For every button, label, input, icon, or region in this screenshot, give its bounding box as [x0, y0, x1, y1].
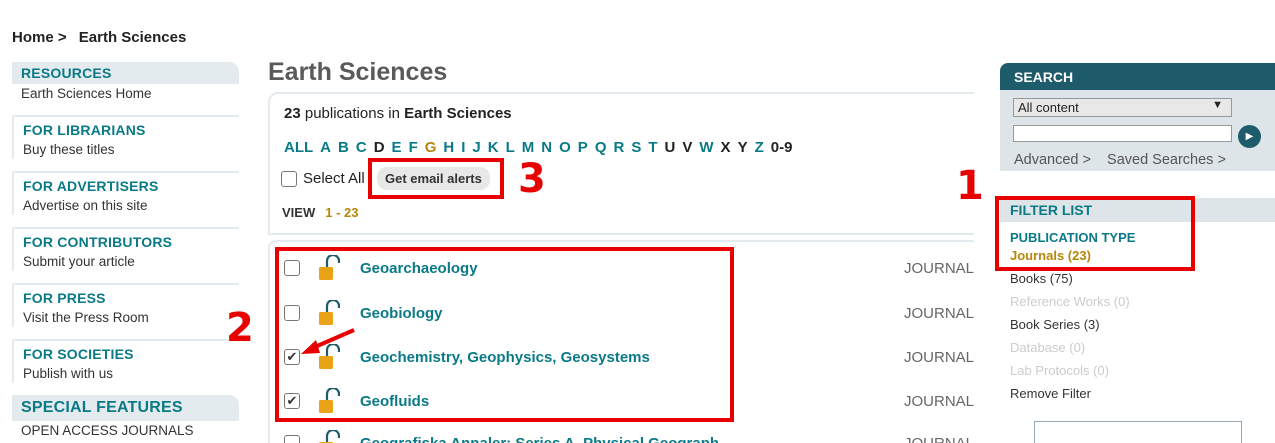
sidebar-heading: SPECIAL FEATURES — [12, 395, 239, 421]
arrow-right-icon: ▶ — [1245, 131, 1254, 142]
alpha-letter-c[interactable]: C — [356, 139, 367, 156]
breadcrumb-current: Earth Sciences — [78, 29, 187, 46]
search-scope-select[interactable]: All content ▼ — [1013, 98, 1232, 117]
alpha-letter-j[interactable]: J — [472, 139, 480, 156]
sidebar-link[interactable]: Visit the Press Room — [14, 308, 239, 325]
filter-item[interactable]: Remove Filter — [1000, 383, 1275, 406]
filter-item[interactable]: Books (75) — [1000, 268, 1275, 291]
alpha-letter-h[interactable]: H — [443, 139, 454, 156]
sidebar-heading[interactable]: FOR ADVERTISERS — [14, 171, 239, 196]
alpha-letter-d[interactable]: D — [374, 139, 385, 156]
filter-item: Reference Works (0) — [1010, 294, 1130, 309]
left-sidebar: RESOURCES Earth Sciences Home FOR LIBRAR… — [12, 62, 239, 443]
sidebar-link[interactable]: Buy these titles — [14, 140, 239, 157]
sidebar-advertisers: FOR ADVERTISERS Advertise on this site — [12, 171, 239, 215]
alpha-letter-k[interactable]: K — [488, 139, 499, 156]
sidebar-societies: FOR SOCIETIES Publish with us — [12, 339, 239, 383]
alpha-letter-v[interactable]: V — [682, 139, 692, 156]
alpha-letter-q[interactable]: Q — [595, 139, 607, 156]
alpha-letter-i[interactable]: I — [461, 139, 465, 156]
alpha-letter-w[interactable]: W — [699, 139, 713, 156]
alpha-letter-n[interactable]: N — [541, 139, 552, 156]
dropdown-arrow-icon: ▼ — [1212, 99, 1223, 111]
promo-image[interactable] — [1034, 421, 1242, 443]
saved-searches-link[interactable]: Saved Searches > — [1107, 152, 1226, 168]
annotation-box-3 — [368, 158, 504, 199]
publication-type: JOURNAL — [903, 348, 974, 366]
search-go-button[interactable]: ▶ — [1238, 125, 1261, 148]
alpha-letter-all[interactable]: ALL — [284, 139, 313, 156]
sidebar-link[interactable]: Earth Sciences Home — [12, 84, 239, 101]
alpha-letter-s[interactable]: S — [631, 139, 641, 156]
sidebar-contributors: FOR CONTRIBUTORS Submit your article — [12, 227, 239, 271]
select-all-label: Select All — [303, 170, 365, 187]
sidebar-heading[interactable]: FOR LIBRARIANS — [14, 115, 239, 140]
sidebar-heading[interactable]: FOR CONTRIBUTORS — [14, 227, 239, 252]
alpha-letter-x[interactable]: X — [721, 139, 731, 156]
alpha-letter-l[interactable]: L — [506, 139, 515, 156]
sidebar-link[interactable]: Advertise on this site — [14, 196, 239, 213]
filter-item: Lab Protocols (0) — [1010, 363, 1109, 378]
alpha-letter-r[interactable]: R — [613, 139, 624, 156]
count-text: publications in — [300, 105, 405, 122]
sidebar-heading[interactable]: FOR PRESS — [14, 283, 239, 308]
annotation-number-2: 2 — [226, 305, 254, 351]
alpha-letter-e[interactable]: E — [392, 139, 402, 156]
alpha-letter-z[interactable]: Z — [755, 139, 764, 156]
alpha-letter-u[interactable]: U — [665, 139, 676, 156]
annotation-number-3: 3 — [518, 156, 546, 202]
search-heading: SEARCH — [1000, 63, 1275, 90]
search-input[interactable] — [1013, 125, 1232, 142]
publication-type: JOURNAL — [903, 304, 974, 322]
alphabet-filter: ALL A B C D E F G H I J K L M N O P Q R S T U V W X Y Z 0-9 — [284, 139, 799, 156]
advanced-search-link[interactable]: Advanced > — [1014, 152, 1091, 168]
publication-type: JOURNAL — [903, 434, 974, 443]
publication-count: 23 publications in Earth Sciences — [284, 105, 512, 122]
alpha-letter-p[interactable]: P — [578, 139, 588, 156]
open-access-lock-icon — [318, 428, 341, 443]
annotation-box-1 — [995, 196, 1195, 271]
breadcrumb: Home > Earth Sciences — [12, 29, 186, 46]
sidebar-heading[interactable]: FOR SOCIETIES — [14, 339, 239, 364]
count-subject: Earth Sciences — [404, 105, 512, 122]
annotation-number-1: 1 — [956, 163, 984, 209]
alpha-letter-0-9[interactable]: 0-9 — [771, 139, 793, 156]
publication-type: JOURNAL — [903, 392, 974, 410]
filter-item: Database (0) — [1010, 340, 1086, 355]
search-scope-value: All content — [1018, 100, 1079, 115]
sidebar-link[interactable]: Publish with us — [14, 364, 239, 381]
view-range: VIEW 1 - 23 — [282, 205, 358, 220]
filter-item[interactable]: Book Series (3) — [1000, 314, 1275, 337]
sidebar-link[interactable]: Submit your article — [14, 252, 239, 269]
row-checkbox[interactable] — [284, 435, 300, 443]
breadcrumb-home-link[interactable]: Home > — [12, 29, 67, 46]
alpha-letter-f[interactable]: F — [409, 139, 418, 156]
sidebar-librarians: FOR LIBRARIANS Buy these titles — [12, 115, 239, 159]
alpha-letter-a[interactable]: A — [320, 139, 331, 156]
sidebar-press: FOR PRESS Visit the Press Room — [12, 283, 239, 327]
alpha-letter-t[interactable]: T — [648, 139, 657, 156]
sidebar-heading: RESOURCES — [12, 62, 239, 84]
annotation-arrow — [301, 328, 355, 354]
page-title: Earth Sciences — [268, 58, 448, 86]
sidebar-resources: RESOURCES Earth Sciences Home — [12, 62, 239, 101]
sidebar-special-features: SPECIAL FEATURES OPEN ACCESS JOURNALS — [12, 395, 239, 438]
alpha-letter-g[interactable]: G — [425, 139, 437, 156]
publication-title-link[interactable]: Geografiska Annaler: Series A, Physical … — [360, 435, 719, 443]
count-number: 23 — [284, 105, 301, 122]
search-panel: SEARCH All content ▼ ▶ Advanced > Saved … — [1000, 63, 1275, 171]
select-all[interactable]: Select All — [281, 170, 365, 187]
alpha-letter-y[interactable]: Y — [738, 139, 748, 156]
alpha-letter-m[interactable]: M — [522, 139, 535, 156]
sidebar-link[interactable]: OPEN ACCESS JOURNALS — [12, 421, 239, 438]
alpha-letter-b[interactable]: B — [338, 139, 349, 156]
publication-row: Geografiska Annaler: Series A, Physical … — [284, 428, 974, 443]
view-range-link[interactable]: 1 - 23 — [325, 205, 358, 220]
view-label: VIEW — [282, 205, 316, 220]
select-all-checkbox[interactable] — [281, 170, 297, 187]
publication-type: JOURNAL — [903, 259, 974, 277]
alpha-letter-o[interactable]: O — [559, 139, 571, 156]
